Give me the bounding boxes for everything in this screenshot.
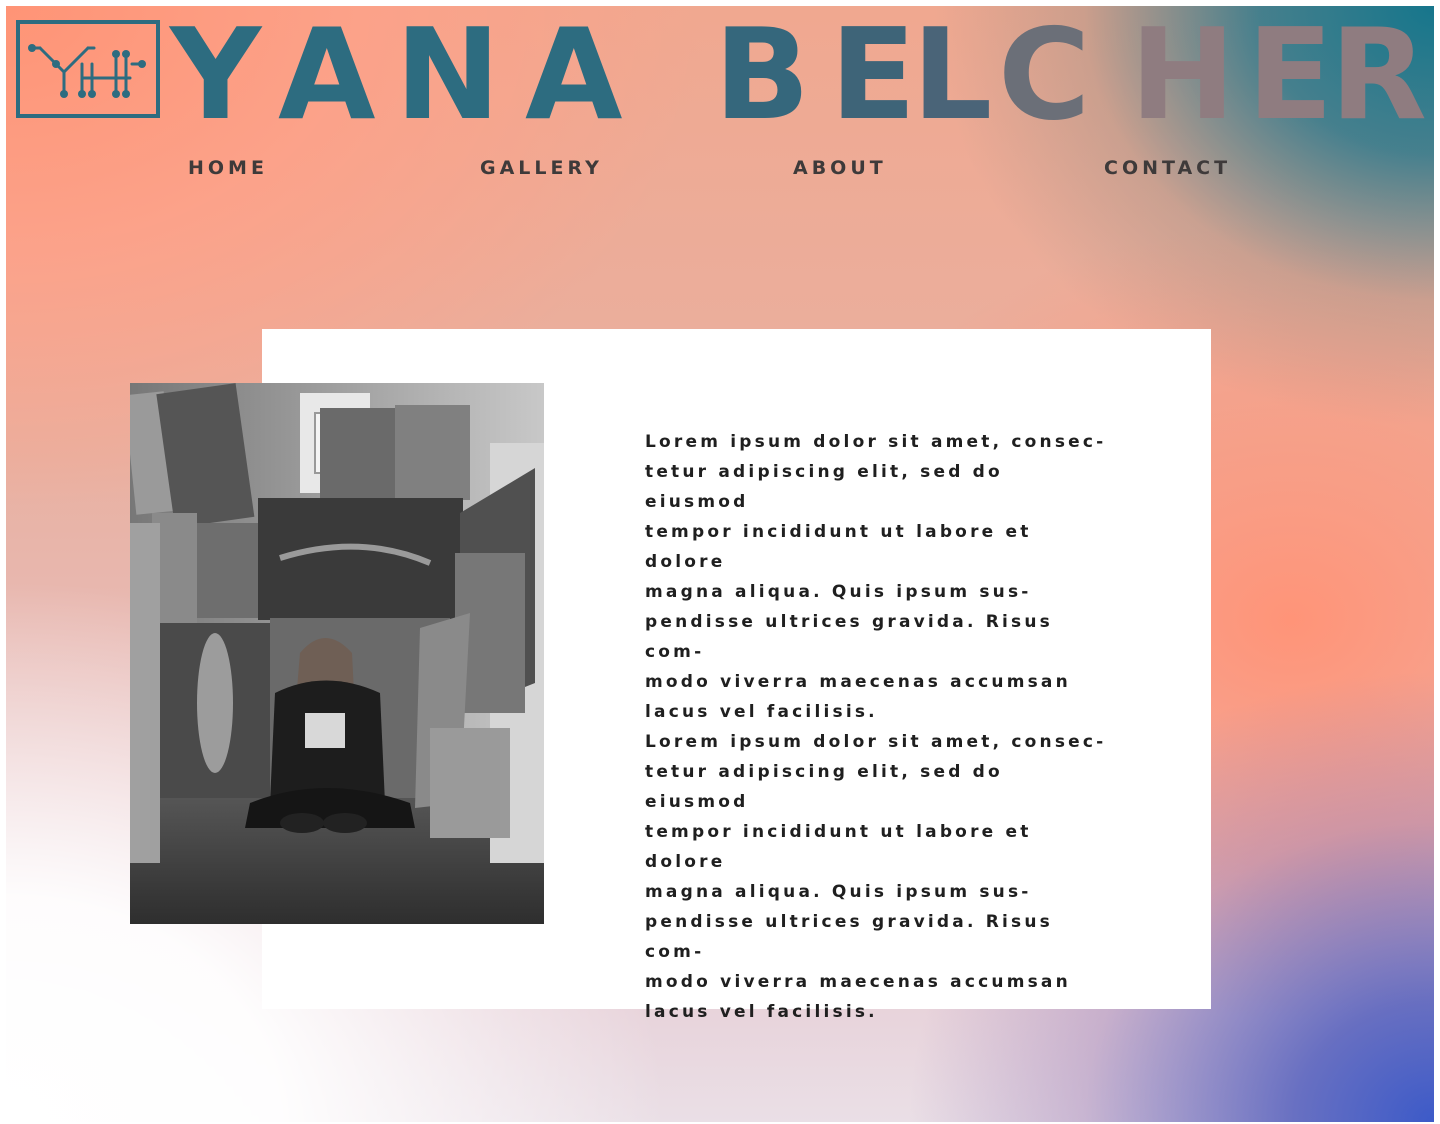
about-line: magna aliqua. Quis ipsum sus- (645, 582, 1032, 602)
brand-letter: L (912, 1, 993, 148)
about-line: lacus vel facilisis. (645, 1002, 878, 1022)
main-nav: HOME GALLERY ABOUT CONTACT (0, 157, 1440, 187)
artist-photo (130, 383, 544, 924)
about-line: tetur adipiscing elit, sed do eiusmod (645, 462, 1003, 512)
nav-home-link[interactable]: HOME (188, 157, 268, 179)
about-line: modo viverra maecenas accumsan (645, 972, 1071, 992)
about-line: lacus vel facilisis. (645, 702, 878, 722)
nav-contact-link[interactable]: CONTACT (1104, 157, 1231, 179)
brand-letter: A (278, 1, 376, 148)
site-header: Y A N A B E L C H E R (0, 0, 1440, 138)
about-line: pendisse ultrices gravida. Risus com- (645, 612, 1054, 662)
logo-link[interactable] (16, 20, 160, 118)
about-line: magna aliqua. Quis ipsum sus- (645, 882, 1032, 902)
brand-letter: B (714, 1, 811, 148)
brand-letter: Y (170, 1, 262, 148)
about-line: tetur adipiscing elit, sed do eiusmod (645, 762, 1003, 812)
brand-letter: N (395, 1, 501, 148)
about-line: tempor incididunt ut labore et dolore (645, 822, 1032, 872)
about-line: modo viverra maecenas accumsan (645, 672, 1071, 692)
brand-letter: E (830, 1, 917, 148)
about-line: pendisse ultrices gravida. Risus com- (645, 912, 1054, 962)
about-line: Lorem ipsum dolor sit amet, consec- (645, 732, 1107, 752)
page: Y A N A B E L C H E R HOME GALLERY ABOUT… (0, 0, 1440, 1124)
nav-gallery-link[interactable]: GALLERY (480, 157, 603, 179)
brand-letter: H (1130, 1, 1236, 148)
about-text: Lorem ipsum dolor sit amet, consec- tetu… (645, 427, 1115, 1027)
nav-about-link[interactable]: ABOUT (793, 157, 887, 179)
about-line: Lorem ipsum dolor sit amet, consec- (645, 432, 1107, 452)
monogram-yh-circuit-icon (28, 44, 146, 98)
brand-letter: C (998, 1, 1091, 148)
brand-letter: E (1247, 1, 1334, 148)
brand-letter: R (1330, 1, 1428, 148)
brand-letter: A (525, 1, 623, 148)
about-line: tempor incididunt ut labore et dolore (645, 522, 1032, 572)
artist-sitting-among-paintings-photo (130, 383, 544, 924)
